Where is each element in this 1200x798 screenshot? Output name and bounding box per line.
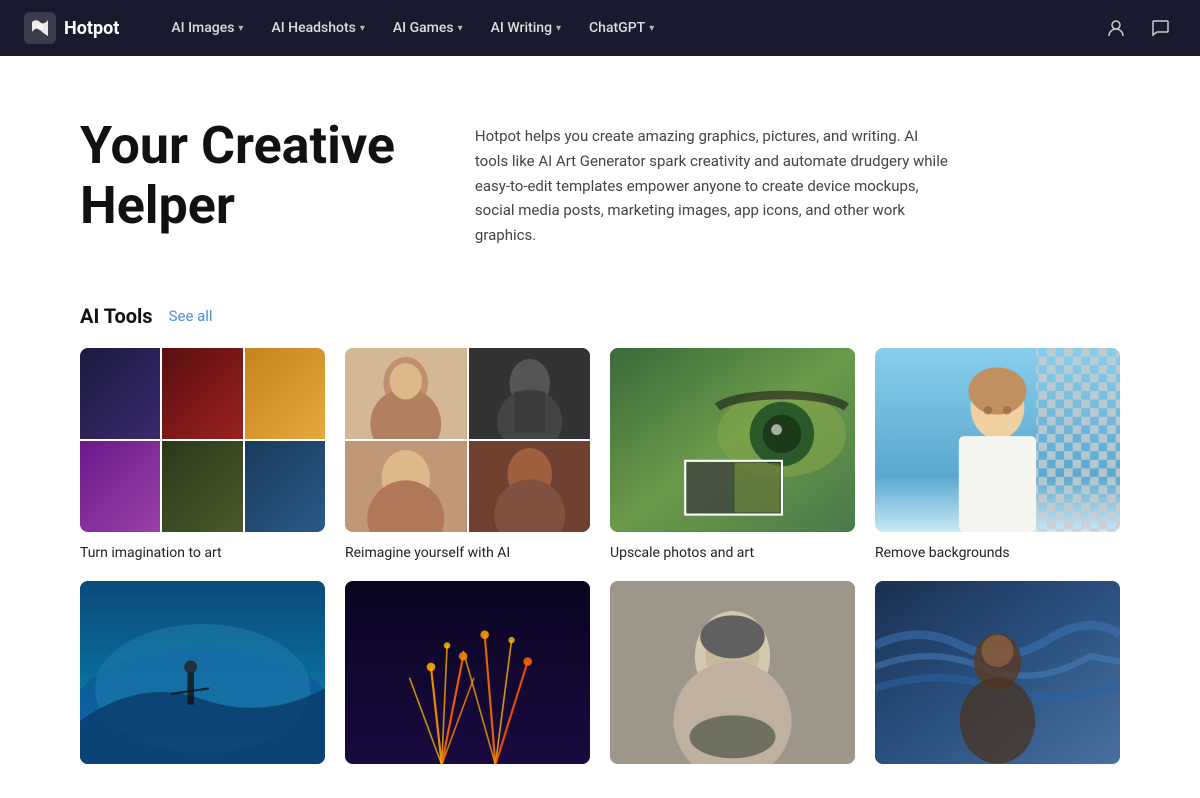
painting-svg (875, 581, 1120, 765)
chevron-down-icon: ▾ (556, 23, 561, 34)
hs-cell-4 (469, 441, 591, 532)
tool-card-headshots[interactable]: Reimagine yourself with AI (345, 348, 590, 561)
nav-ai-headshots-label: AI Headshots (271, 20, 355, 36)
brand-name: Hotpot (64, 18, 119, 39)
upscale-container (610, 348, 855, 532)
mosaic-cell-3 (245, 348, 325, 439)
nav-item-ai-writing[interactable]: AI Writing ▾ (479, 14, 573, 42)
message-icon (1150, 18, 1170, 38)
art-mosaic (80, 348, 325, 532)
tool-thumb-headshots (345, 348, 590, 532)
nav-links: AI Images ▾ AI Headshots ▾ AI Games ▾ AI… (159, 14, 1092, 42)
hs-cell-1 (345, 348, 467, 439)
tool-card-wave[interactable] (80, 581, 325, 775)
portrait-svg (610, 581, 855, 765)
nav-right (1100, 12, 1176, 44)
see-all-link[interactable]: See all (169, 307, 213, 325)
hero-right: Hotpot helps you create amazing graphics… (475, 116, 1120, 248)
tool-label-headshots: Reimagine yourself with AI (345, 545, 510, 561)
tool-thumb-upscale (610, 348, 855, 532)
tool-thumb-wave (80, 581, 325, 765)
tool-card-removebg[interactable]: Remove backgrounds (875, 348, 1120, 561)
navbar: Hotpot AI Images ▾ AI Headshots ▾ AI Gam… (0, 0, 1200, 56)
brand-icon (24, 12, 56, 44)
nav-item-ai-images[interactable]: AI Images ▾ (159, 14, 255, 42)
hero-left: Your Creative Helper (80, 116, 395, 236)
tool-label-removebg: Remove backgrounds (875, 545, 1010, 561)
nav-item-ai-headshots[interactable]: AI Headshots ▾ (259, 14, 376, 42)
hero-section: Your Creative Helper Hotpot helps you cr… (0, 56, 1200, 288)
tool-card-upscale[interactable]: Upscale photos and art (610, 348, 855, 561)
sparks-svg (345, 581, 590, 765)
tool-thumb-art (80, 348, 325, 532)
headshot-svg-1 (345, 348, 467, 439)
hero-description: Hotpot helps you create amazing graphics… (475, 124, 955, 248)
nav-item-ai-games[interactable]: AI Games ▾ (381, 14, 475, 42)
nav-chatgpt-label: ChatGPT (589, 20, 645, 36)
tools-grid: Turn imagination to art (80, 348, 1120, 775)
tool-thumb-removebg (875, 348, 1120, 532)
hs-cell-3 (345, 441, 467, 532)
tool-card-sparks[interactable] (345, 581, 590, 775)
nav-item-chatgpt[interactable]: ChatGPT ▾ (577, 14, 666, 42)
hero-title-line1: Your Creative (80, 115, 395, 176)
hero-title: Your Creative Helper (80, 116, 395, 236)
tool-thumb-sparks (345, 581, 590, 765)
mosaic-cell-2 (162, 348, 242, 439)
headshot-svg-2 (469, 348, 591, 439)
nav-ai-games-label: AI Games (393, 20, 454, 36)
user-icon-button[interactable] (1100, 12, 1132, 44)
mosaic-cell-4 (80, 441, 160, 532)
headshots-mosaic (345, 348, 590, 532)
removebg-svg (875, 348, 1120, 532)
tool-thumb-portrait (610, 581, 855, 765)
tools-section-title: AI Tools (80, 304, 153, 328)
tool-card-portrait[interactable] (610, 581, 855, 775)
wave-svg (80, 581, 325, 765)
chevron-down-icon: ▾ (649, 23, 654, 34)
chevron-down-icon: ▾ (238, 23, 243, 34)
message-icon-button[interactable] (1144, 12, 1176, 44)
user-icon (1106, 18, 1126, 38)
tools-section: AI Tools See all Turn imagination to art (0, 288, 1200, 798)
nav-ai-writing-label: AI Writing (491, 20, 552, 36)
tool-thumb-painting (875, 581, 1120, 765)
chevron-down-icon: ▾ (360, 23, 365, 34)
hs-cell-2 (469, 348, 591, 439)
tool-label-upscale: Upscale photos and art (610, 545, 754, 561)
hero-title-line2: Helper (80, 175, 235, 236)
headshot-svg-4 (469, 441, 591, 532)
tool-card-art[interactable]: Turn imagination to art (80, 348, 325, 561)
brand-link[interactable]: Hotpot (24, 12, 119, 44)
mosaic-cell-6 (245, 441, 325, 532)
tool-label-art: Turn imagination to art (80, 545, 222, 561)
chevron-down-icon: ▾ (458, 23, 463, 34)
tool-card-painting[interactable] (875, 581, 1120, 775)
mosaic-cell-5 (162, 441, 242, 532)
tools-header: AI Tools See all (80, 304, 1120, 328)
upscale-svg (610, 348, 855, 532)
nav-ai-images-label: AI Images (171, 20, 234, 36)
headshot-svg-3 (345, 441, 467, 532)
mosaic-cell-1 (80, 348, 160, 439)
